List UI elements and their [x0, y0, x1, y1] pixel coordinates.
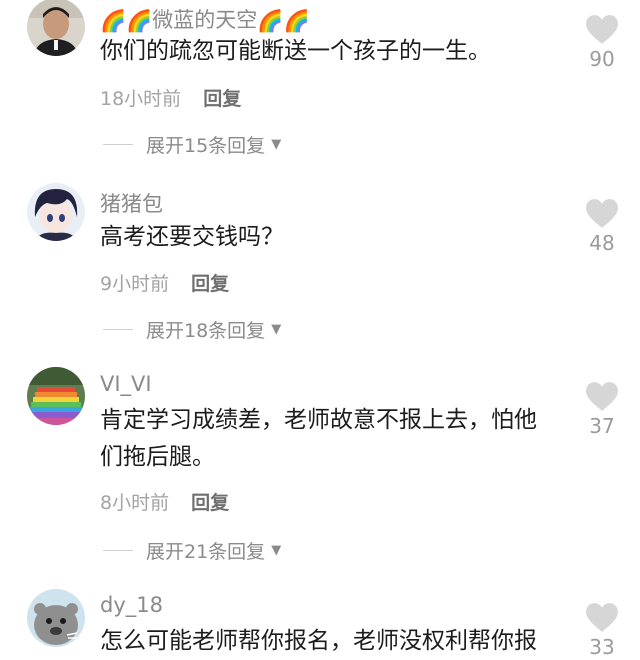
reply-button[interactable]: 回复: [191, 492, 229, 514]
like-button[interactable]: 37: [580, 381, 624, 438]
rainbow-emoji: 🌈🌈: [257, 8, 310, 33]
heart-icon: [586, 382, 618, 411]
reply-button[interactable]: 回复: [191, 273, 229, 295]
username[interactable]: dy_18: [100, 593, 163, 617]
comment-time: 8小时前: [100, 492, 170, 514]
expand-replies-label: 展开15条回复: [146, 135, 266, 157]
like-count: 48: [589, 231, 615, 255]
triangle-down-icon: ▼: [271, 322, 282, 337]
expand-replies-label: 展开18条回复: [146, 320, 266, 342]
avatar[interactable]: [27, 367, 85, 425]
comment-text: 高考还要交钱吗？: [100, 224, 284, 250]
heart-icon: [586, 199, 618, 228]
username[interactable]: VI_VI: [100, 372, 152, 396]
like-button[interactable]: 33: [580, 602, 624, 659]
triangle-down-icon: ▼: [271, 543, 282, 558]
like-count: 37: [589, 414, 615, 438]
comment-meta: 8小时前 回复: [100, 488, 229, 515]
expand-replies-button[interactable]: 展开21条回复 ▼: [103, 537, 281, 564]
divider-line: [103, 144, 133, 145]
divider-line: [103, 550, 133, 551]
reply-button[interactable]: 回复: [203, 88, 241, 110]
username[interactable]: 猪猪包: [100, 188, 163, 218]
like-count: 90: [589, 47, 615, 71]
rainbow-emoji: 🌈🌈: [100, 8, 153, 33]
comment-text: 肯定学习成绩差，老师故意不报上去，怕他们拖后腿。: [100, 407, 537, 470]
triangle-down-icon: ▼: [271, 137, 282, 152]
username-text: 微蓝的天空: [152, 8, 258, 32]
comment-text: 你们的疏忽可能断送一个孩子的一生。: [100, 38, 491, 64]
rainbow-stairs-icon: [27, 367, 85, 425]
like-button[interactable]: 48: [580, 198, 624, 255]
cartoon-seal-icon: [27, 589, 85, 647]
comment-meta: 18小时前 回复: [100, 84, 241, 111]
comment-time: 9小时前: [100, 273, 170, 295]
like-button[interactable]: 90: [580, 14, 624, 71]
heart-icon: [586, 603, 618, 632]
avatar[interactable]: [27, 183, 85, 241]
expand-replies-label: 展开21条回复: [146, 541, 266, 563]
expand-replies-button[interactable]: 展开15条回复 ▼: [103, 131, 281, 158]
divider-line: [103, 329, 133, 330]
comment-time: 18小时前: [100, 88, 182, 110]
username[interactable]: 🌈🌈微蓝的天空🌈🌈: [100, 4, 310, 34]
man-portrait-icon: [27, 0, 85, 56]
avatar[interactable]: [27, 0, 85, 56]
heart-icon: [586, 15, 618, 44]
anime-boy-icon: [27, 183, 85, 241]
expand-replies-button[interactable]: 展开18条回复 ▼: [103, 316, 281, 343]
like-count: 33: [589, 635, 615, 659]
comment-text: 怎么可能老师帮你报名，老师没权利帮你报: [100, 628, 537, 654]
avatar[interactable]: [27, 589, 85, 647]
comment-meta: 9小时前 回复: [100, 269, 229, 296]
